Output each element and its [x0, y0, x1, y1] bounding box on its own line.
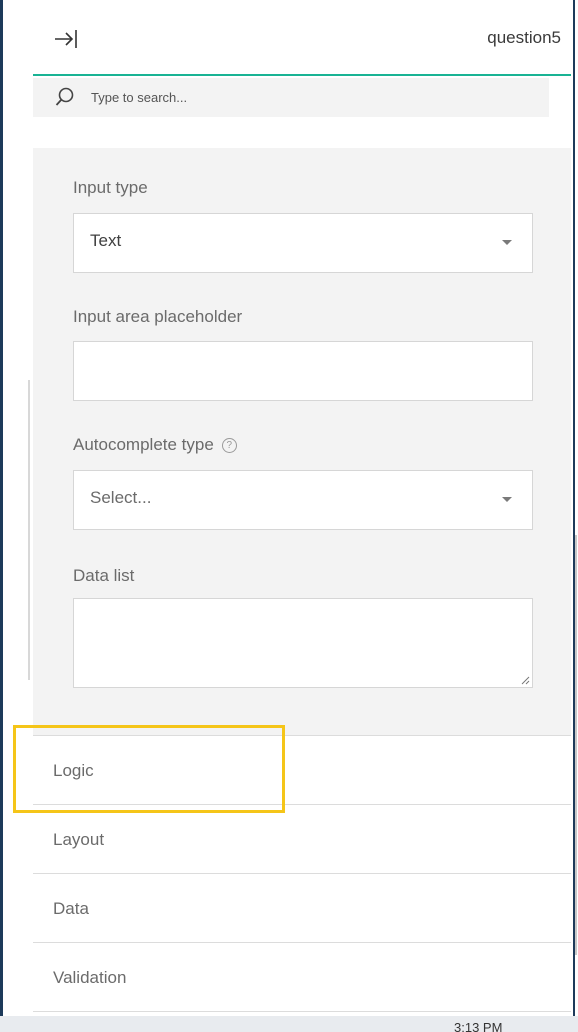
section-data[interactable]: Data	[33, 874, 571, 943]
section-layout[interactable]: Layout	[33, 805, 571, 874]
input-type-dropdown[interactable]: Text	[73, 213, 533, 273]
general-properties-panel: Input type Text Input area placeholder A…	[33, 148, 571, 736]
search-input[interactable]	[91, 86, 531, 108]
help-icon[interactable]: ?	[221, 438, 237, 453]
taskbar: 3:13 PM	[0, 1016, 578, 1032]
property-grid-header: question5	[33, 0, 571, 76]
section-logic-label: Logic	[53, 761, 94, 780]
right-scrollbar[interactable]	[575, 535, 577, 955]
autocomplete-type-label: Autocomplete type?	[73, 435, 237, 455]
left-scrollbar[interactable]	[28, 380, 30, 680]
data-list-label: Data list	[73, 566, 135, 585]
input-type-label: Input type	[73, 178, 148, 197]
input-area-placeholder-label: Input area placeholder	[73, 307, 243, 326]
chevron-down-icon	[502, 240, 512, 245]
input-area-placeholder-field[interactable]	[73, 341, 533, 401]
input-type-value: Text	[90, 231, 122, 250]
collapse-panel-icon[interactable]	[53, 26, 79, 52]
section-layout-label: Layout	[53, 830, 105, 849]
autocomplete-type-text: Autocomplete type	[73, 435, 214, 454]
autocomplete-type-dropdown[interactable]: Select...	[73, 470, 533, 530]
data-list-textarea[interactable]	[73, 598, 533, 688]
window-border-left	[0, 0, 3, 1032]
autocomplete-type-value: Select...	[90, 488, 152, 507]
section-data-label: Data	[53, 899, 89, 918]
section-logic[interactable]: Logic	[33, 736, 571, 805]
selected-element-title: question5	[487, 28, 561, 47]
chevron-down-icon	[502, 497, 512, 502]
section-validation[interactable]: Validation	[33, 943, 571, 1012]
section-validation-label: Validation	[53, 968, 127, 987]
taskbar-clock: 3:13 PM	[454, 1020, 503, 1032]
resize-handle-icon[interactable]	[520, 675, 530, 685]
property-search-bar	[33, 78, 549, 117]
search-icon	[55, 87, 74, 106]
